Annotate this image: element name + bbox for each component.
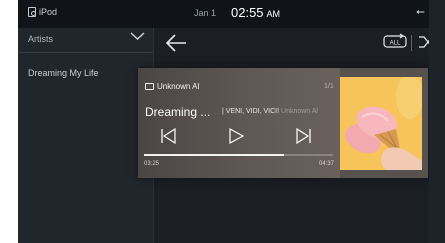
controls-divider [411, 35, 412, 51]
track-count: 1/1 [324, 83, 334, 90]
now-playing-card[interactable]: Unknown Al 1/1 Dreaming ... | VENI, VIDI… [138, 68, 428, 178]
sidebar: Artists Dreaming My Life [18, 28, 153, 243]
elapsed-time: 03:25 [144, 161, 160, 167]
track-meta: | VENI, VIDI, VICI! Unknown Al [222, 108, 318, 115]
now-playing-info: Unknown Al 1/1 Dreaming ... | VENI, VIDI… [138, 68, 340, 178]
status-ampm: AM [266, 9, 281, 19]
folder-icon [145, 83, 154, 90]
track-album: Unknown Al [281, 108, 318, 115]
right-edge-panel [429, 0, 445, 243]
track-title: Dreaming ... [145, 105, 211, 119]
sidebar-item-dreaming-my-life[interactable]: Dreaming My Life [28, 68, 99, 78]
track-artist: VENI, VIDI, VICI! [225, 108, 280, 115]
source-indicator: iPod [28, 7, 57, 17]
category-label: Artists [28, 34, 54, 44]
repeat-all-icon[interactable]: ALL [382, 33, 408, 51]
back-arrow-icon[interactable] [165, 33, 187, 53]
next-track-icon[interactable] [296, 128, 312, 144]
chevron-down-icon [130, 32, 145, 40]
source-label: iPod [39, 7, 58, 17]
status-date: Jan 1 [194, 8, 217, 18]
status-clock: 02:55 AM [231, 5, 280, 20]
category-dropdown[interactable]: Artists [18, 28, 153, 53]
status-bar: iPod Jan 1 02:55 AM ⭠ [18, 0, 445, 28]
usb-icon: ⭠ [416, 6, 425, 18]
status-time: 02:55 [231, 5, 264, 20]
play-icon[interactable] [228, 128, 244, 144]
ipod-icon [28, 7, 36, 17]
folder-row: Unknown Al [145, 82, 199, 91]
ipod-screen: iPod Jan 1 02:55 AM ⭠ Artists Dreaming My… [18, 0, 445, 243]
progress-bar[interactable] [144, 154, 333, 156]
repeat-label: ALL [390, 41, 401, 47]
previous-track-icon[interactable] [160, 128, 176, 144]
total-time: 04:37 [319, 161, 335, 167]
album-art [340, 77, 422, 170]
progress-fill [144, 154, 284, 156]
folder-name: Unknown Al [157, 82, 200, 91]
